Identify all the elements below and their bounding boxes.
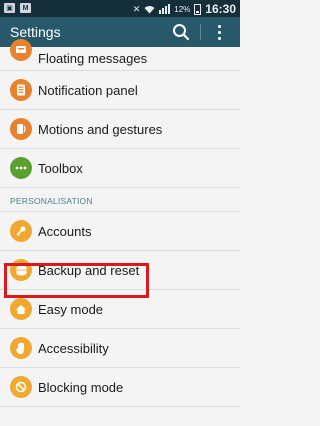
floating-messages-icon xyxy=(10,39,32,61)
list-item-label: Notification panel xyxy=(38,82,138,98)
gallery-notification-icon: ▣ xyxy=(4,3,15,13)
more-vert-icon xyxy=(217,24,221,28)
app-bar: Settings xyxy=(0,17,240,47)
list-item-accessibility[interactable]: Accessibility xyxy=(0,329,240,368)
blocking-icon xyxy=(10,376,32,398)
list-item-accounts[interactable]: Accounts xyxy=(0,212,240,251)
list-item-label: Accessibility xyxy=(38,340,109,356)
battery-icon xyxy=(194,3,202,15)
signal-icon xyxy=(159,4,171,14)
list-item-label: Accounts xyxy=(38,223,92,239)
gmail-notification-icon: M xyxy=(20,3,31,13)
list-item-notification-panel[interactable]: Notification panel xyxy=(0,71,240,110)
more-options-button[interactable] xyxy=(208,21,230,43)
list-item-backup-reset[interactable]: Backup and reset xyxy=(0,251,240,290)
app-bar-divider xyxy=(200,24,201,40)
list-item-motions-gestures[interactable]: Motions and gestures xyxy=(0,110,240,149)
section-header-personalisation: PERSONALISATION xyxy=(0,188,240,212)
notification-panel-icon xyxy=(10,79,32,101)
status-time: 16:30 xyxy=(205,2,236,16)
battery-percent: 12% xyxy=(174,4,191,14)
list-item-label: Toolbox xyxy=(38,160,83,176)
motions-icon xyxy=(10,118,32,140)
wifi-icon xyxy=(144,5,155,13)
key-icon xyxy=(10,220,32,242)
list-item-toolbox[interactable]: Toolbox xyxy=(0,149,240,188)
easy-mode-icon xyxy=(10,298,32,320)
list-item-floating-messages[interactable]: Floating messages xyxy=(0,39,240,71)
list-item-blocking-mode[interactable]: Blocking mode xyxy=(0,368,240,407)
settings-list: Floating messages Notification panel Mot… xyxy=(0,39,240,407)
list-item-label: Easy mode xyxy=(38,301,104,317)
status-bar: ▣ M ✕ 12% 16:30 xyxy=(0,0,240,17)
hand-icon xyxy=(10,337,32,359)
list-item-easy-mode[interactable]: Easy mode xyxy=(0,290,240,329)
list-item-label: Motions and gestures xyxy=(38,121,163,137)
backup-icon xyxy=(10,259,32,281)
mute-icon: ✕ xyxy=(132,3,141,14)
list-item-label: Backup and reset xyxy=(38,262,140,278)
search-button[interactable] xyxy=(170,21,192,43)
list-item-label: Blocking mode xyxy=(38,379,124,395)
list-item-label: Floating messages xyxy=(38,51,148,66)
page-title: Settings xyxy=(10,24,61,40)
toolbox-icon xyxy=(10,157,32,179)
search-icon xyxy=(173,24,190,41)
